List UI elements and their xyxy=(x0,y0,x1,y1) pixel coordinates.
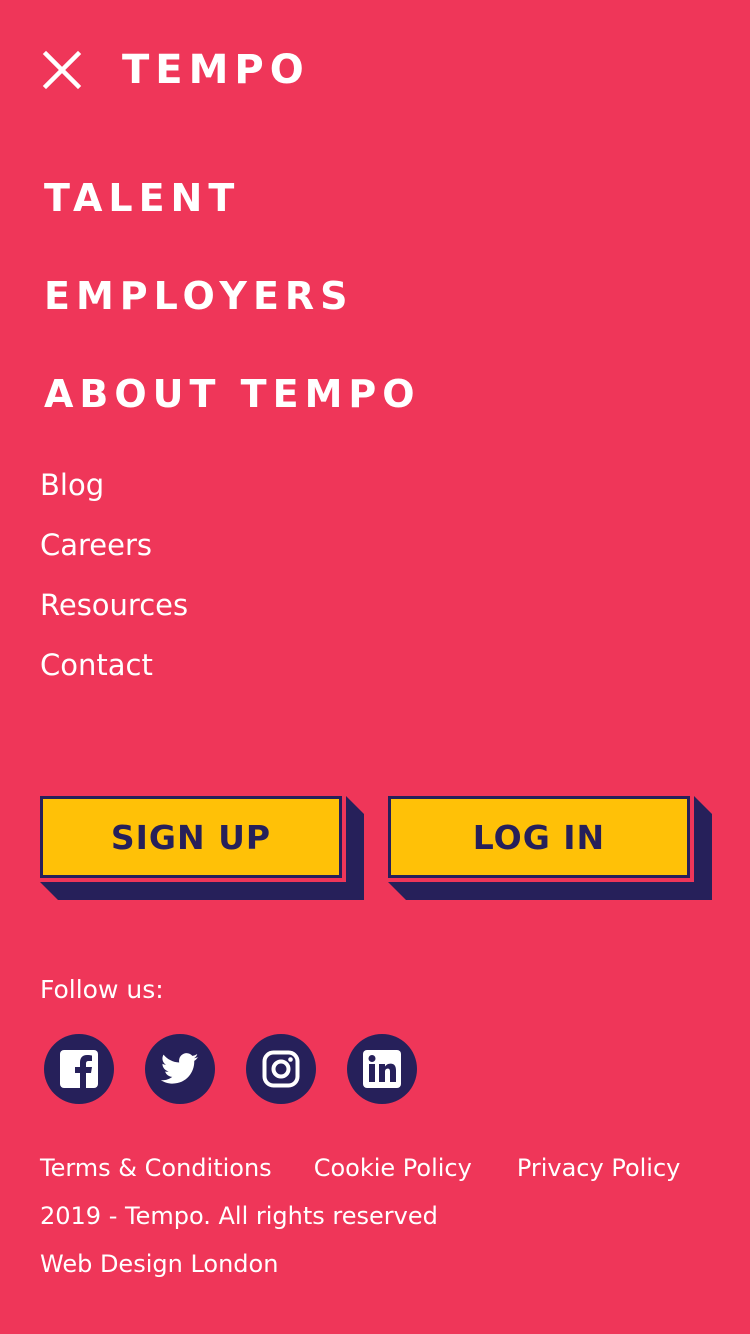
main-nav: TALENT EMPLOYERS ABOUT TEMPO xyxy=(44,170,421,464)
facebook-link[interactable] xyxy=(44,1034,114,1104)
auth-buttons: SIGN UP LOG IN xyxy=(40,796,712,900)
nav-item-talent[interactable]: TALENT xyxy=(44,170,421,268)
twitter-icon xyxy=(161,1053,199,1084)
sign-up-button[interactable]: SIGN UP xyxy=(40,796,342,878)
instagram-link[interactable] xyxy=(246,1034,316,1104)
copyright-text: 2019 - Tempo. All rights reserved xyxy=(40,1202,438,1230)
nav-item-about-tempo[interactable]: ABOUT TEMPO xyxy=(44,366,421,464)
web-design-credit-link[interactable]: Web Design London xyxy=(40,1246,278,1282)
nav-item-careers[interactable]: Careers xyxy=(40,522,188,582)
privacy-policy-link[interactable]: Privacy Policy xyxy=(517,1150,681,1186)
cookie-policy-link[interactable]: Cookie Policy xyxy=(314,1150,472,1186)
logo[interactable]: TEMPO xyxy=(122,46,310,94)
facebook-icon xyxy=(60,1050,98,1088)
secondary-nav: Blog Careers Resources Contact xyxy=(40,462,188,702)
close-menu-button[interactable] xyxy=(40,48,84,92)
close-icon xyxy=(42,50,82,90)
log-in-button-wrap: LOG IN xyxy=(388,796,712,900)
instagram-icon xyxy=(262,1050,300,1088)
linkedin-link[interactable] xyxy=(347,1034,417,1104)
nav-item-contact[interactable]: Contact xyxy=(40,642,188,702)
sign-up-button-wrap: SIGN UP xyxy=(40,796,364,900)
log-in-button[interactable]: LOG IN xyxy=(388,796,690,878)
footer-links: Terms & Conditions Cookie Policy Privacy… xyxy=(40,1150,722,1186)
social-links xyxy=(44,1034,448,1104)
linkedin-icon xyxy=(363,1050,401,1088)
twitter-link[interactable] xyxy=(145,1034,215,1104)
follow-us-label: Follow us: xyxy=(40,975,164,1004)
header: TEMPO xyxy=(40,46,310,94)
nav-item-blog[interactable]: Blog xyxy=(40,462,188,522)
nav-item-employers[interactable]: EMPLOYERS xyxy=(44,268,421,366)
nav-item-resources[interactable]: Resources xyxy=(40,582,188,642)
terms-conditions-link[interactable]: Terms & Conditions xyxy=(40,1150,272,1186)
